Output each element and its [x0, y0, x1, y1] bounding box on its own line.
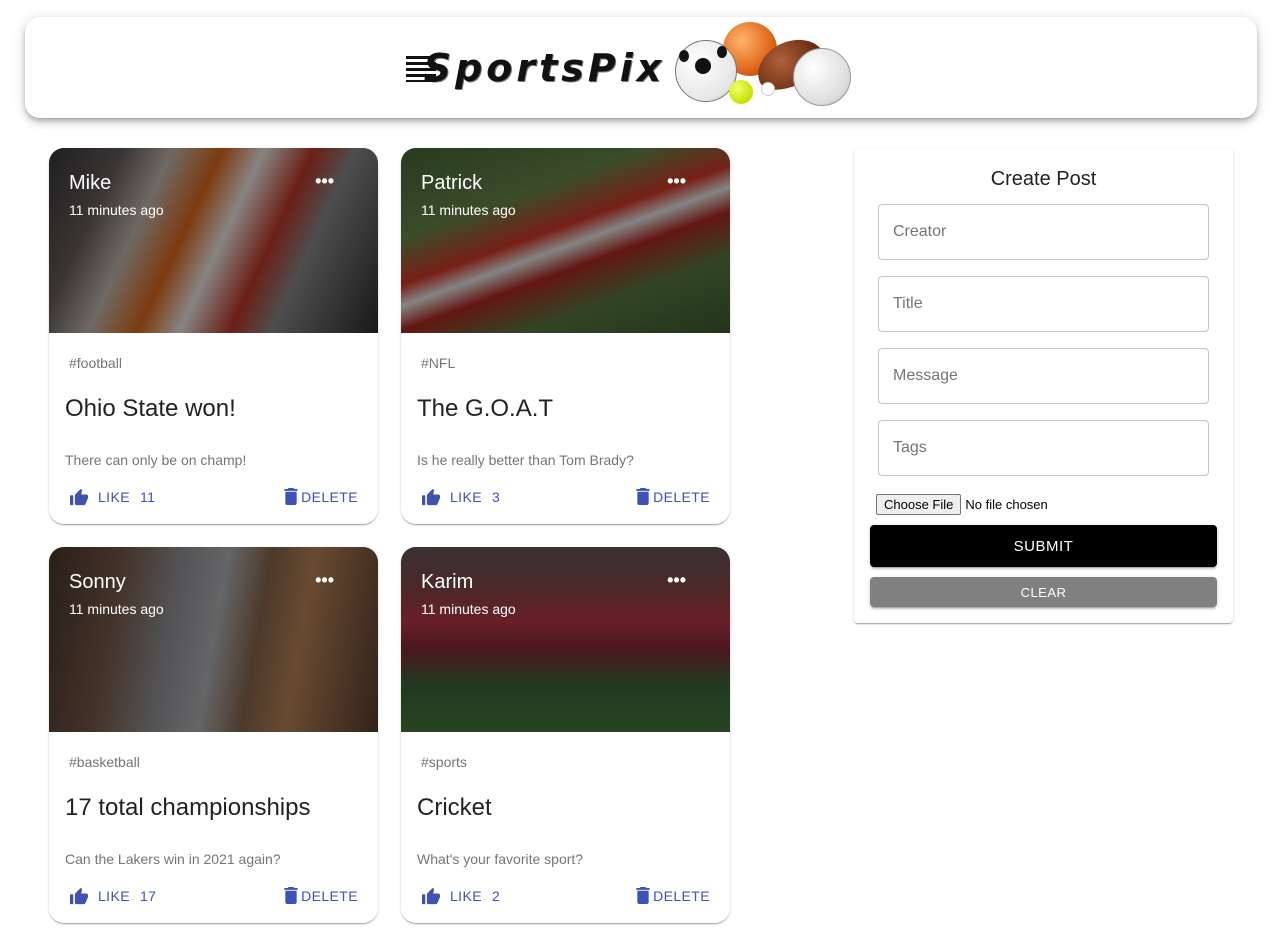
post-card: Mike 11 minutes ago ••• #football Ohio S… — [49, 148, 378, 524]
post-tags: #sports — [421, 754, 467, 770]
post-title: Cricket — [417, 794, 492, 821]
post-image: Mike 11 minutes ago ••• — [49, 148, 378, 333]
more-horiz-icon[interactable]: ••• — [667, 172, 686, 190]
post-image: Sonny 11 minutes ago ••• — [49, 547, 378, 732]
post-tags: #basketball — [69, 754, 140, 770]
like-count: 17 — [139, 888, 157, 904]
like-count: 11 — [139, 489, 156, 505]
app-header: SportsPix — [25, 17, 1257, 118]
choose-file-button[interactable]: Choose File — [876, 494, 962, 515]
title-input[interactable] — [878, 276, 1209, 332]
delete-icon — [636, 887, 650, 904]
post-time: 11 minutes ago — [421, 202, 516, 218]
post-time: 11 minutes ago — [69, 601, 164, 617]
like-label: LIKE — [450, 888, 482, 904]
post-message: Can the Lakers win in 2021 again? — [65, 851, 281, 867]
delete-button[interactable]: DELETE — [284, 488, 358, 505]
post-image: Karim 11 minutes ago ••• — [401, 547, 730, 732]
post-tags: #football — [69, 355, 122, 371]
form-title: Create Post — [990, 168, 1097, 190]
logo-text: SportsPix — [405, 45, 666, 90]
post-actions: LIKE 17 DELETE — [49, 887, 378, 911]
post-actions: LIKE 3 DELETE — [401, 488, 730, 512]
delete-label: DELETE — [301, 488, 358, 505]
post-creator: Sonny — [69, 571, 126, 593]
post-tags: #NFL — [421, 355, 456, 371]
more-horiz-icon[interactable]: ••• — [315, 172, 334, 190]
like-button[interactable]: LIKE 11 — [69, 488, 155, 506]
thumb-up-icon — [422, 488, 440, 506]
create-post-form: Create Post Choose File No file chosen S… — [854, 148, 1233, 623]
post-title: Ohio State won! — [65, 395, 236, 422]
like-label: LIKE — [98, 489, 130, 505]
tags-input[interactable] — [878, 420, 1209, 476]
file-input: Choose File No file chosen — [876, 494, 1048, 515]
delete-button[interactable]: DELETE — [284, 887, 358, 904]
post-message: There can only be on champ! — [65, 452, 247, 468]
more-horiz-icon[interactable]: ••• — [667, 571, 686, 589]
post-actions: LIKE 11 DELETE — [49, 488, 378, 512]
like-button[interactable]: LIKE 17 — [69, 887, 156, 905]
creator-input[interactable] — [878, 204, 1209, 260]
post-title: 17 total championships — [65, 794, 311, 821]
post-creator: Mike — [69, 172, 112, 194]
more-horiz-icon[interactable]: ••• — [315, 571, 334, 589]
post-title: The G.O.A.T — [417, 395, 554, 422]
like-button[interactable]: LIKE 2 — [421, 887, 500, 905]
delete-label: DELETE — [653, 887, 710, 904]
thumb-up-icon — [70, 488, 88, 506]
file-status: No file chosen — [965, 497, 1048, 512]
submit-button[interactable]: SUBMIT — [870, 525, 1217, 567]
like-button[interactable]: LIKE 3 — [421, 488, 500, 506]
delete-icon — [636, 488, 650, 505]
post-card: Patrick 11 minutes ago ••• #NFL The G.O.… — [401, 148, 730, 524]
post-message: What's your favorite sport? — [417, 851, 584, 867]
post-creator: Karim — [421, 571, 474, 593]
post-creator: Patrick — [421, 172, 483, 194]
post-card: Sonny 11 minutes ago ••• #basketball 17 … — [49, 547, 378, 923]
like-count: 3 — [491, 489, 501, 505]
clear-button[interactable]: CLEAR — [870, 577, 1217, 607]
message-input[interactable] — [878, 348, 1209, 404]
sports-balls-logo-image — [673, 20, 858, 116]
like-count: 2 — [491, 888, 501, 904]
like-label: LIKE — [98, 888, 130, 904]
delete-icon — [284, 887, 298, 904]
post-card: Karim 11 minutes ago ••• #sports Cricket… — [401, 547, 730, 923]
delete-icon — [284, 488, 298, 505]
thumb-up-icon — [422, 887, 440, 905]
post-message: Is he really better than Tom Brady? — [417, 452, 634, 468]
post-actions: LIKE 2 DELETE — [401, 887, 730, 911]
post-image: Patrick 11 minutes ago ••• — [401, 148, 730, 333]
like-label: LIKE — [450, 489, 482, 505]
post-time: 11 minutes ago — [69, 202, 164, 218]
delete-button[interactable]: DELETE — [636, 887, 710, 904]
delete-label: DELETE — [301, 887, 358, 904]
thumb-up-icon — [70, 887, 88, 905]
delete-button[interactable]: DELETE — [636, 488, 710, 505]
delete-label: DELETE — [653, 488, 710, 505]
post-time: 11 minutes ago — [421, 601, 516, 617]
